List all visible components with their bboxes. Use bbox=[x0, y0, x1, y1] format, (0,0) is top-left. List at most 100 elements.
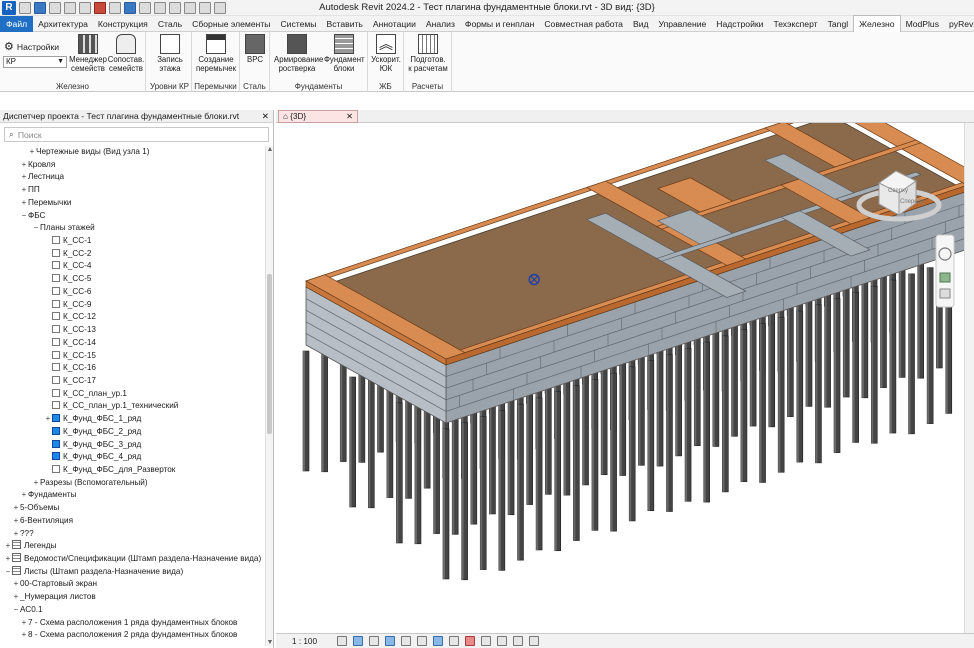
tree-item[interactable]: + _Нумерация листов bbox=[12, 591, 96, 604]
collapse-icon[interactable]: − bbox=[20, 210, 28, 223]
expand-icon[interactable]: + bbox=[20, 184, 28, 197]
align-icon[interactable] bbox=[124, 1, 136, 14]
visual-style-icon[interactable] bbox=[353, 636, 364, 646]
tree-item[interactable]: + Фундаменты bbox=[20, 489, 77, 502]
tree-item[interactable]: − АС0.1 bbox=[12, 604, 43, 617]
tree-item[interactable]: + Кровля bbox=[20, 159, 56, 172]
tree-item[interactable]: К_СС_план_ур.1 bbox=[44, 388, 127, 401]
collapse-icon[interactable]: − bbox=[32, 222, 40, 235]
tree-item[interactable]: − ФБС bbox=[20, 210, 46, 223]
tree-item[interactable]: К_СС-6 bbox=[44, 286, 91, 299]
shadows-icon[interactable] bbox=[385, 636, 396, 646]
tree-item[interactable]: К_СС-16 bbox=[44, 362, 96, 375]
tab-8[interactable]: Анализ bbox=[421, 16, 460, 32]
switch-windows-icon[interactable] bbox=[214, 1, 226, 14]
expand-icon[interactable]: + bbox=[12, 578, 20, 591]
tab-7[interactable]: Аннотации bbox=[368, 16, 421, 32]
tree-item[interactable]: К_Фунд_ФБС_2_ряд bbox=[44, 426, 141, 439]
undo-icon[interactable] bbox=[64, 1, 76, 14]
tree-item[interactable]: К_СС-1 bbox=[44, 235, 91, 248]
redo-icon[interactable] bbox=[79, 1, 91, 14]
expand-icon[interactable]: + bbox=[12, 591, 20, 604]
3d-viewport[interactable]: Сверху Спереди bbox=[276, 123, 974, 633]
tab-10[interactable]: Совместная работа bbox=[539, 16, 628, 32]
tree-item[interactable]: К_СС_план_ур.1_технический bbox=[44, 400, 178, 413]
tree-item[interactable]: К_СС-12 bbox=[44, 311, 96, 324]
tab-17[interactable]: ModPlus bbox=[901, 16, 944, 32]
grillage-reinforcement-button[interactable]: Армирование ростверка bbox=[274, 34, 323, 73]
print-icon[interactable] bbox=[94, 1, 106, 14]
show-crop-icon[interactable] bbox=[417, 636, 428, 646]
tree-item[interactable]: + Лестница bbox=[20, 171, 64, 184]
expand-icon[interactable]: + bbox=[32, 477, 40, 490]
expand-icon[interactable]: + bbox=[28, 146, 36, 159]
foundation-blocks-button[interactable]: Фундамент блоки bbox=[324, 34, 365, 73]
tree-item[interactable]: К_СС-17 bbox=[44, 375, 96, 388]
prepare-calc-button[interactable]: Подготов. к расчетам bbox=[408, 34, 448, 73]
tab-2[interactable]: Конструкция bbox=[93, 16, 153, 32]
constraints-icon[interactable] bbox=[529, 636, 540, 646]
tree-item[interactable]: К_СС-13 bbox=[44, 324, 96, 337]
search-field[interactable]: ⌕ Поиск bbox=[4, 127, 269, 142]
scrollbar-thumb[interactable] bbox=[267, 274, 272, 434]
tab-11[interactable]: Вид bbox=[628, 16, 654, 32]
tree-item[interactable]: + Чертежные виды (Вид узла 1) bbox=[28, 146, 150, 159]
sync-icon[interactable] bbox=[49, 1, 61, 14]
tree-item[interactable]: К_СС-2 bbox=[44, 248, 91, 261]
scroll-down-icon[interactable]: ▼ bbox=[266, 639, 274, 646]
tree-item[interactable]: К_Фунд_ФБС_для_Разверток bbox=[44, 464, 175, 477]
expand-icon[interactable]: + bbox=[20, 197, 28, 210]
collapse-icon[interactable]: − bbox=[12, 604, 20, 617]
revit-logo-icon[interactable]: R bbox=[2, 0, 16, 15]
tree-item[interactable]: +7 - Схема расположения 1 ряда фундамент… bbox=[20, 617, 238, 630]
lock-view-icon[interactable] bbox=[433, 636, 444, 646]
tree-item[interactable]: + Легенды bbox=[4, 540, 56, 553]
expand-icon[interactable]: + bbox=[20, 489, 28, 502]
close-icon[interactable]: ✕ bbox=[346, 111, 353, 122]
measure-icon[interactable] bbox=[109, 1, 121, 14]
family-compare-button[interactable]: Сопостав. семейств bbox=[106, 34, 146, 73]
tree-item[interactable]: +??? bbox=[12, 528, 34, 541]
crop-view-icon[interactable] bbox=[401, 636, 412, 646]
close-hidden-icon[interactable] bbox=[199, 1, 211, 14]
tab-15[interactable]: Tangl bbox=[823, 16, 854, 32]
viewport-scrollbar[interactable] bbox=[964, 123, 974, 633]
tree-item[interactable]: + Перемычки bbox=[20, 197, 72, 210]
expand-icon[interactable]: + bbox=[12, 515, 20, 528]
worksharing-icon[interactable] bbox=[481, 636, 492, 646]
tab-1[interactable]: Архитектура bbox=[33, 16, 93, 32]
tree-item[interactable]: К_СС-5 bbox=[44, 273, 91, 286]
expand-icon[interactable]: + bbox=[12, 528, 20, 541]
tab-3[interactable]: Сталь bbox=[153, 16, 187, 32]
tab-5[interactable]: Системы bbox=[275, 16, 321, 32]
highlight-displacement-icon[interactable] bbox=[513, 636, 524, 646]
tab-6[interactable]: Вставить bbox=[321, 16, 367, 32]
tree-item[interactable]: − Листы (Штамп раздела-Назначение вида) bbox=[4, 565, 183, 579]
tab-14[interactable]: Техэксперт bbox=[768, 16, 822, 32]
view-tab-3d[interactable]: ⌂ {3D} ✕ bbox=[278, 110, 358, 123]
tree-item[interactable]: К_Фунд_ФБС_3_ряд bbox=[44, 439, 141, 452]
tree-item[interactable]: +8 - Схема расположения 2 ряда фундамент… bbox=[20, 629, 238, 642]
view-scale[interactable]: 1 : 100 bbox=[292, 637, 317, 646]
record-floor-button[interactable]: Запись этажа bbox=[150, 34, 190, 73]
expand-icon[interactable]: + bbox=[20, 171, 28, 184]
collapse-icon[interactable]: − bbox=[4, 566, 12, 579]
tree-item[interactable]: +6-Вентиляция bbox=[12, 515, 73, 528]
expand-icon[interactable]: + bbox=[4, 540, 12, 553]
tree-item[interactable]: К_СС-4 bbox=[44, 260, 91, 273]
tab-18[interactable]: pyRevit bbox=[944, 16, 974, 32]
tree-item[interactable]: К_СС-9 bbox=[44, 299, 91, 312]
detail-level-icon[interactable] bbox=[337, 636, 348, 646]
close-icon[interactable]: ✕ bbox=[262, 110, 269, 123]
tree-item[interactable]: К_СС-14 bbox=[44, 337, 96, 350]
settings-button[interactable]: ⚙ Настройки bbox=[4, 40, 59, 53]
tree-item[interactable]: К_Фунд_ФБС_4_ряд bbox=[44, 451, 141, 464]
3d-view-icon[interactable] bbox=[154, 1, 166, 14]
tab-9[interactable]: Формы и генплан bbox=[460, 16, 539, 32]
expand-icon[interactable]: + bbox=[12, 502, 20, 515]
expand-icon[interactable]: + bbox=[20, 617, 28, 630]
tree-item[interactable]: +00-Стартовый экран bbox=[12, 578, 97, 591]
kr-select[interactable]: КР ▼ bbox=[3, 56, 67, 68]
tree-item[interactable]: + Разрезы (Вспомогательный) bbox=[32, 477, 148, 490]
scroll-up-icon[interactable]: ▲ bbox=[266, 146, 274, 153]
